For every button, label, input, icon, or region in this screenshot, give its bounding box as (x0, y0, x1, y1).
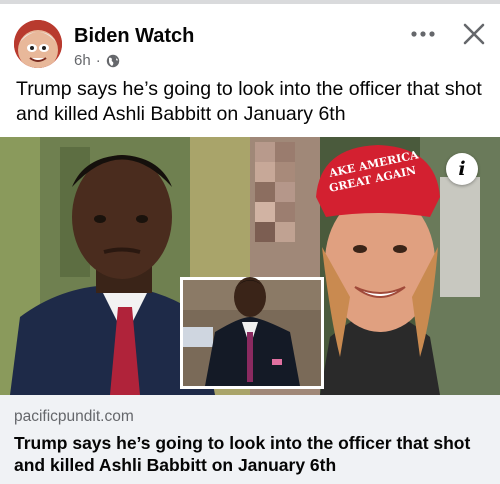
close-icon[interactable] (460, 20, 488, 48)
page-avatar[interactable] (14, 20, 62, 68)
page-name[interactable]: Biden Watch (74, 25, 194, 48)
more-dots-icon[interactable] (408, 22, 438, 46)
post-meta: 6h · (74, 52, 120, 69)
post-image[interactable]: AKE AMERICA GREAT AGAIN (0, 137, 500, 395)
post-text: Trump says he’s going to look into the o… (16, 78, 482, 125)
post-time[interactable]: 6h (74, 52, 91, 69)
info-icon[interactable]: i (446, 153, 478, 185)
link-domain: pacificpundit.com (14, 408, 134, 425)
link-preview[interactable]: pacificpundit.com Trump says he’s going … (0, 395, 500, 484)
top-divider (0, 0, 500, 4)
globe-icon (106, 54, 120, 68)
meta-separator: · (95, 52, 101, 69)
link-title[interactable]: Trump says he’s going to look into the o… (14, 432, 484, 476)
post-header: Biden Watch 6h · (0, 8, 500, 69)
